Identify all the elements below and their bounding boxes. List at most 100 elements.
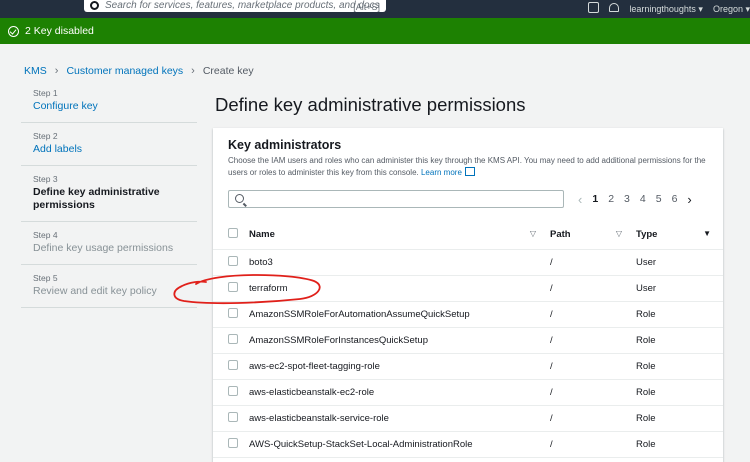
row-name: aws-ec2-spot-fleet-tagging-role (249, 353, 550, 380)
row-checkbox[interactable] (228, 359, 238, 370)
row-path: / (550, 431, 636, 458)
row-type: User (636, 249, 723, 276)
search-shortcut: [Alt+S] (353, 2, 380, 12)
page-2[interactable]: 2 (608, 193, 614, 205)
row-select-cell (213, 249, 249, 276)
column-header-path[interactable]: Path ▽ (550, 221, 636, 250)
step-number: Step 1 (33, 88, 58, 98)
filter-input[interactable] (249, 192, 549, 206)
column-header-name[interactable]: Name ▽ (249, 221, 550, 250)
row-type: Role (636, 431, 723, 458)
sort-icon: ▼ (703, 229, 711, 239)
search-icon (235, 194, 244, 203)
learn-more-label: Learn more (420, 168, 462, 177)
top-navigation-bar: Search for services, features, marketpla… (0, 0, 750, 18)
row-checkbox[interactable] (228, 333, 238, 344)
page-6[interactable]: 6 (672, 193, 678, 205)
flash-message: 2 Key disabled (25, 25, 94, 37)
row-name: AWS-QuickSetup-StackSet-Local-Administra… (249, 431, 550, 458)
row-checkbox[interactable] (228, 411, 238, 422)
table-row[interactable]: boto3 / User (213, 249, 723, 276)
row-select-cell (213, 301, 249, 328)
header-label: Type (636, 229, 658, 241)
row-path: / (550, 249, 636, 276)
page-5[interactable]: 5 (656, 193, 662, 205)
row-type: Role (636, 379, 723, 406)
global-search-bar[interactable]: Search for services, features, marketpla… (84, 0, 386, 12)
row-checkbox[interactable] (228, 307, 238, 318)
table-row[interactable]: terraform / User (213, 275, 723, 302)
bell-icon[interactable] (609, 2, 620, 12)
breadcrumb-customer-managed-keys[interactable]: Customer managed keys (66, 65, 183, 77)
page-1[interactable]: 1 (592, 193, 598, 205)
table-header-row: Name ▽ Path ▽ Type ▼ (213, 221, 723, 250)
row-path: / (550, 405, 636, 432)
row-type: User (636, 275, 723, 302)
select-all-checkbox[interactable] (228, 228, 238, 239)
filter-input-wrapper[interactable] (228, 190, 564, 208)
row-select-cell (213, 353, 249, 380)
step-3: Step 3 Define key administrative permiss… (21, 166, 197, 222)
search-icon (90, 0, 99, 10)
page-3[interactable]: 3 (624, 193, 630, 205)
success-check-icon (8, 25, 19, 37)
panel-title: Key administrators (228, 138, 342, 152)
row-type: Role (636, 353, 723, 380)
next-page-button[interactable]: › (687, 192, 691, 207)
table-row[interactable]: aws-elasticbeanstalk-service-role / Role (213, 405, 723, 432)
table-row[interactable]: aws-elasticbeanstalk-ec2-role / Role (213, 379, 723, 406)
previous-page-button[interactable]: ‹ (578, 192, 582, 207)
cloudshell-icon[interactable] (588, 1, 600, 13)
step-1[interactable]: Step 1 Configure key (21, 80, 197, 123)
column-header-type[interactable]: Type ▼ (636, 221, 723, 250)
row-checkbox[interactable] (228, 385, 238, 396)
learn-more-link[interactable]: Learn more (420, 167, 475, 177)
key-administrators-panel: Key administrators Choose the IAM users … (213, 128, 723, 462)
step-2[interactable]: Step 2 Add labels (21, 123, 197, 166)
row-select-cell (213, 327, 249, 354)
search-placeholder: Search for services, features, marketpla… (105, 0, 380, 11)
external-link-icon (464, 167, 475, 176)
step-label[interactable]: Configure key (33, 100, 197, 113)
table-row[interactable]: AWS-QuickSetup-StackSet-Local-Administra… (213, 431, 723, 458)
step-label[interactable]: Add labels (33, 143, 197, 156)
row-name: boto3 (249, 249, 550, 276)
breadcrumb-create-key: Create key (202, 65, 254, 77)
chevron-right-icon: › (191, 65, 195, 77)
header-label: Path (550, 229, 571, 241)
row-type: Role (636, 405, 723, 432)
breadcrumb-kms[interactable]: KMS (24, 65, 47, 77)
page-title: Define key administrative permissions (215, 94, 526, 115)
select-all-cell (213, 221, 249, 250)
chevron-right-icon: › (54, 65, 59, 77)
row-checkbox[interactable] (228, 281, 238, 292)
step-number: Step 2 (33, 131, 58, 141)
step-number: Step 3 (33, 174, 58, 184)
row-name: AmazonSSMRoleForAutomationAssumeQuickSet… (249, 301, 550, 328)
step-number: Step 5 (33, 273, 58, 283)
top-nav-right: learningthoughts ▾ Oregon ▾ (588, 0, 750, 18)
row-select-cell (213, 275, 249, 302)
breadcrumb: KMS › Customer managed keys › Create key (24, 65, 254, 77)
table-row[interactable]: AmazonSSMRoleForInstancesQuickSetup / Ro… (213, 327, 723, 354)
table-row[interactable]: aws-ec2-spot-fleet-tagging-role / Role (213, 353, 723, 380)
region-menu[interactable]: Oregon ▾ (713, 4, 750, 15)
success-flash-banner: 2 Key disabled (0, 18, 750, 44)
row-name: AmazonSSMRoleForInstancesQuickSetup (249, 327, 550, 354)
account-menu[interactable]: learningthoughts ▾ (629, 4, 703, 15)
table-row[interactable]: AmazonSSMRoleForAutomationAssumeQuickSet… (213, 301, 723, 328)
step-label: Define key administrative permissions (33, 186, 160, 211)
panel-description: Choose the IAM users and roles who can a… (228, 155, 708, 178)
sort-icon: ▽ (615, 229, 622, 239)
header-label: Name (249, 229, 275, 241)
page-4[interactable]: 4 (640, 193, 646, 205)
row-checkbox[interactable] (228, 437, 238, 448)
row-name: aws-elasticbeanstalk-ec2-role (249, 379, 550, 406)
row-type: Role (636, 327, 723, 354)
step-label: Review and edit key policy (33, 285, 157, 297)
row-select-cell (213, 405, 249, 432)
row-checkbox[interactable] (228, 255, 238, 266)
row-select-cell (213, 379, 249, 406)
row-name: aws-elasticbeanstalk-service-role (249, 405, 550, 432)
step-label: Define key usage permissions (33, 242, 174, 254)
